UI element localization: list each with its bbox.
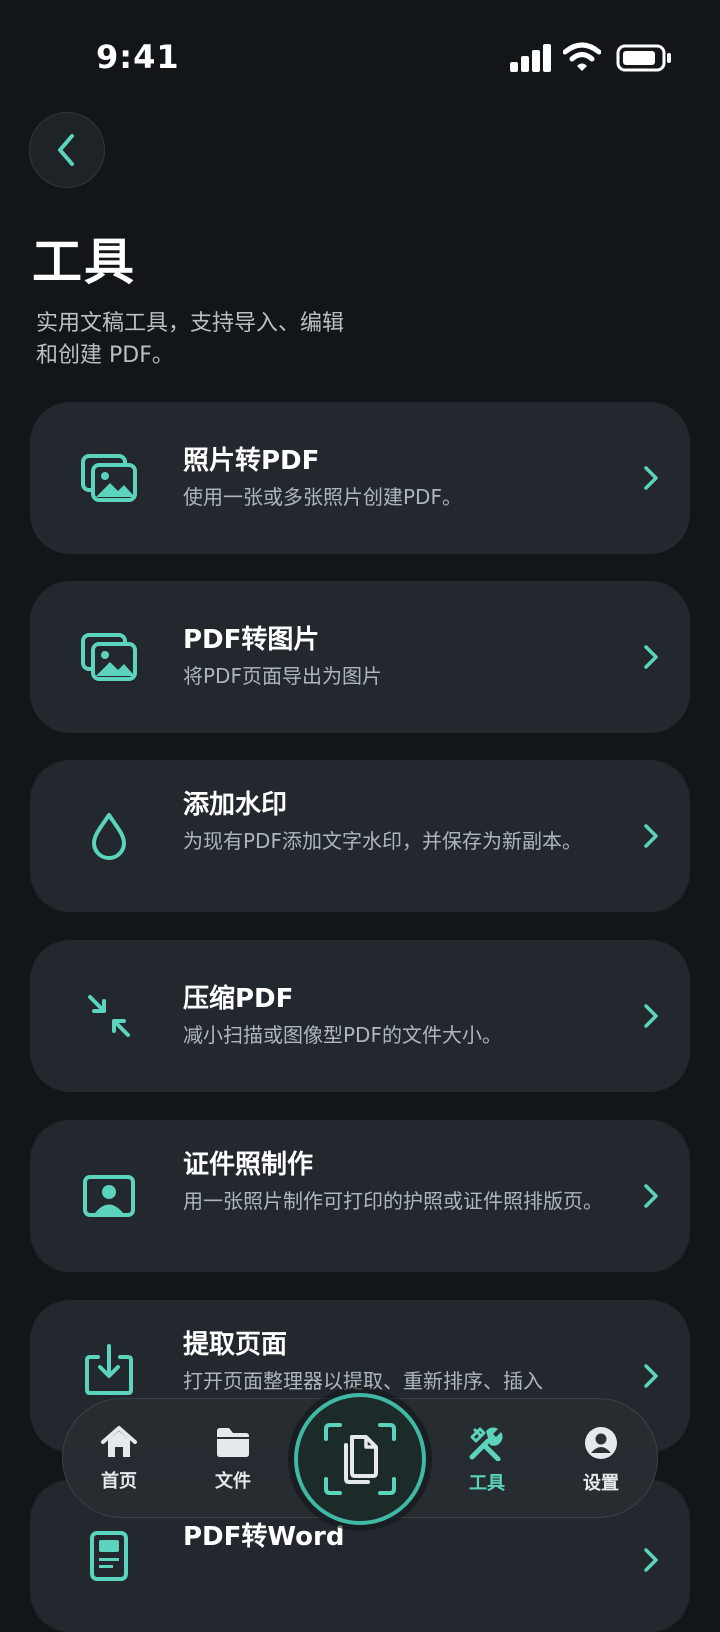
id-photo-icon <box>83 1175 135 1217</box>
wifi-icon <box>563 42 601 71</box>
compress-icon <box>88 995 130 1037</box>
folder-icon <box>217 1428 249 1457</box>
chevron-right-icon <box>644 1184 658 1208</box>
chevron-right-icon <box>644 466 658 490</box>
tool-description: 将PDF页面导出为图片 <box>183 664 382 688</box>
tool-title: 添加水印 <box>183 790 288 820</box>
tool-card-pdf-to-image[interactable]: PDF转图片 将PDF页面导出为图片 <box>30 581 690 733</box>
tool-title: 提取页面 <box>183 1330 288 1360</box>
nav-label: 首页 <box>101 1471 137 1492</box>
tool-title: 照片转PDF <box>183 446 320 476</box>
tool-card-photo-to-pdf[interactable]: 照片转PDF 使用一张或多张照片创建PDF。 <box>30 402 690 554</box>
status-bar: 9:41 <box>0 0 720 110</box>
tool-description: 打开页面整理器以提取、重新排序、插入 <box>183 1369 543 1393</box>
extract-icon <box>85 1344 133 1395</box>
droplet-icon <box>92 813 126 860</box>
tool-title: PDF转Word <box>183 1522 345 1552</box>
tool-title: 压缩PDF <box>183 984 294 1014</box>
nav-item-home[interactable]: 首页 <box>79 1425 159 1493</box>
status-time: 9:41 <box>96 38 180 76</box>
profile-icon <box>585 1427 617 1459</box>
battery-icon <box>616 44 671 72</box>
tool-description: 用一张照片制作可打印的护照或证件照排版页。 <box>183 1189 603 1213</box>
cellular-signal-icon <box>510 44 551 72</box>
chevron-right-icon <box>644 1364 658 1388</box>
nav-item-files[interactable]: 文件 <box>193 1425 273 1493</box>
photos-icon <box>81 454 137 502</box>
tool-card-compress-pdf[interactable]: 压缩PDF 减小扫描或图像型PDF的文件大小。 <box>30 940 690 1092</box>
word-icon <box>90 1531 128 1581</box>
page-title: 工具 <box>32 233 136 291</box>
nav-label: 设置 <box>583 1473 619 1494</box>
scan-document-icon <box>324 1423 396 1495</box>
chevron-right-icon <box>644 1004 658 1028</box>
tool-title: 证件照制作 <box>183 1150 314 1180</box>
chevron-right-icon <box>644 824 658 848</box>
tools-icon <box>469 1427 503 1462</box>
scan-document-button[interactable] <box>294 1393 426 1525</box>
back-button[interactable] <box>29 112 105 188</box>
tool-title: PDF转图片 <box>183 625 320 655</box>
nav-item-tools[interactable]: 工具 <box>447 1425 527 1495</box>
images-icon <box>81 633 137 681</box>
chevron-right-icon <box>644 1548 658 1572</box>
nav-label: 文件 <box>215 1471 251 1492</box>
home-icon <box>101 1426 137 1457</box>
nav-item-settings[interactable]: 设置 <box>561 1425 641 1495</box>
tool-description: 为现有PDF添加文字水印，并保存为新副本。 <box>183 829 582 853</box>
nav-label: 工具 <box>469 1473 505 1494</box>
tool-description: 减小扫描或图像型PDF的文件大小。 <box>183 1023 502 1047</box>
tool-description: 使用一张或多张照片创建PDF。 <box>183 485 462 509</box>
tool-card-id-photo[interactable]: 证件照制作 用一张照片制作可打印的护照或证件照排版页。 <box>30 1120 690 1272</box>
chevron-left-icon <box>58 134 74 166</box>
tool-card-add-watermark[interactable]: 添加水印 为现有PDF添加文字水印，并保存为新副本。 <box>30 760 690 912</box>
chevron-right-icon <box>644 645 658 669</box>
page-subtitle: 实用文稿工具，支持导入、编辑和创建 PDF。 <box>36 311 345 368</box>
